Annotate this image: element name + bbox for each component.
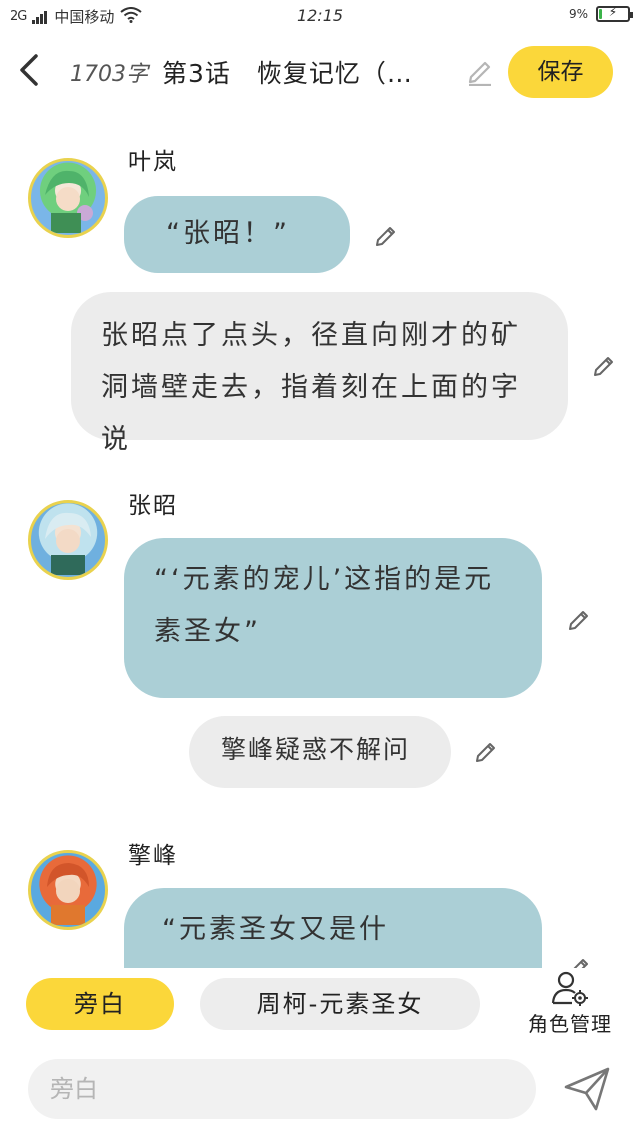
avatar-portrait-icon [47,863,89,925]
role-manage-label: 角色管理 [528,1012,612,1036]
narration-text: 擎峰疑惑不解问 [221,735,411,764]
dialog-text: “张昭！” [166,218,290,249]
speaker-name: 擎峰 [128,843,178,869]
message-input[interactable] [28,1059,536,1119]
battery-percent: 9% [568,7,588,21]
compose-bar [0,1055,640,1135]
role-aside-button[interactable]: 旁白 [26,978,174,1030]
editor-header: 1703字 第3话 恢复记忆（… 保存 [0,40,640,104]
edit-pencil-icon[interactable] [474,738,500,764]
charging-bolt-icon: ⚡ [608,5,618,19]
edit-pencil-icon[interactable] [567,954,593,968]
status-bar: 2G 中国移动 12:15 9% ⚡ [0,0,640,34]
speaker-name: 张昭 [128,493,178,519]
avatar-portrait-icon [45,512,91,575]
role-character-button[interactable]: 周柯-元素圣女 [200,978,480,1030]
status-right: 9% ⚡ [568,5,633,22]
edit-pencil-icon[interactable] [592,352,618,378]
edit-title-pencil-icon[interactable] [466,56,494,87]
status-time: 12:15 [296,6,344,25]
narration-bubble[interactable]: 擎峰疑惑不解问 [189,716,451,788]
role-selector: 旁白 周柯-元素圣女 角色管理 [0,970,640,1050]
avatar-qingfeng[interactable] [28,850,108,930]
dialog-bubble[interactable]: “元素圣女又是什 [124,888,542,968]
dialog-bubble[interactable]: “张昭！” [124,196,350,273]
battery-icon: ⚡ [596,5,633,22]
edit-pencil-icon[interactable] [374,222,400,248]
avatar-portrait-icon [45,170,93,233]
save-button[interactable]: 保存 [508,46,613,98]
send-paper-plane-icon [564,1067,610,1111]
avatar-yelan[interactable] [28,158,108,238]
chevron-left-icon [20,54,38,86]
chapter-title[interactable]: 第3话 恢复记忆（… [162,54,457,90]
narration-bubble[interactable]: 张昭点了点头，径直向刚才的矿洞墙壁走去，指着刻在上面的字说 [71,292,568,455]
back-button[interactable] [14,50,44,90]
speaker-name: 叶岚 [128,149,178,175]
narration-text: 张昭点了点头，径直向刚才的矿洞墙壁走去，指着刻在上面的字说 [101,320,521,455]
dialog-bubble[interactable]: “‘元素的宠儿’这指的是元素圣女” [124,538,542,698]
edit-pencil-icon[interactable] [567,606,593,632]
send-button[interactable] [562,1063,612,1113]
avatar-zhangzhao[interactable] [28,500,108,580]
user-settings-icon [551,971,588,1006]
word-count: 1703字 [70,62,148,87]
dialog-text: “元素圣女又是什 [162,914,389,945]
chat-area: 叶岚 “张昭！” 张昭点了点头，径直向刚才的矿洞墙壁走去，指着刻在上面的字说 张… [0,120,640,968]
role-manage-button[interactable]: 角色管理 [515,970,625,1040]
dialog-text: “‘元素的宠儿’这指的是元素圣女” [154,564,495,647]
